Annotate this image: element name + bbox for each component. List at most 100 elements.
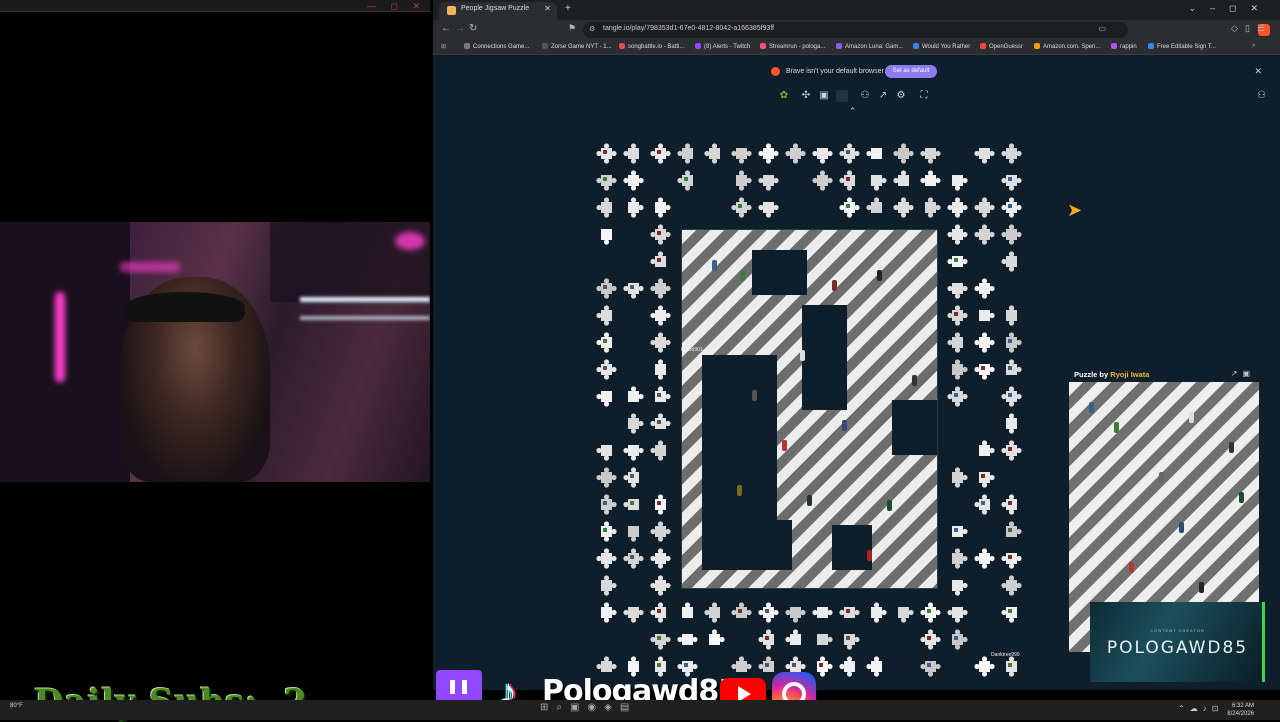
puzzle-piece[interactable] — [1006, 656, 1017, 677]
puzzle-piece[interactable] — [920, 629, 941, 650]
tab-people-jigsaw[interactable]: People Jigsaw Puzzle ✕ — [439, 2, 557, 20]
puzzle-piece[interactable] — [947, 607, 968, 623]
puzzle-piece[interactable] — [650, 602, 666, 623]
preview-author-link[interactable]: Ryoji Iwata — [1110, 370, 1149, 379]
puzzle-piece[interactable] — [650, 548, 671, 569]
puzzle-piece[interactable] — [623, 143, 639, 164]
clock[interactable]: 6:32 AM 8/24/2026 — [1227, 702, 1254, 718]
puzzle-piece[interactable] — [839, 170, 855, 191]
puzzle-piece[interactable] — [596, 391, 612, 407]
puzzle-piece[interactable] — [655, 386, 671, 402]
settings-icon[interactable]: ⚙ — [895, 90, 907, 102]
puzzle-piece[interactable] — [839, 656, 855, 677]
puzzle-piece[interactable] — [920, 602, 941, 623]
box-icon[interactable]: ▣ — [818, 90, 830, 102]
puzzle-piece[interactable] — [1001, 575, 1022, 596]
puzzle-piece[interactable] — [893, 143, 914, 164]
puzzle-piece[interactable] — [623, 467, 639, 488]
puzzle-piece[interactable] — [1001, 143, 1022, 164]
puzzle-piece[interactable] — [844, 634, 860, 650]
puzzle-piece[interactable] — [947, 386, 968, 407]
puzzle-piece[interactable] — [650, 575, 671, 596]
puzzle-piece[interactable] — [1006, 332, 1022, 353]
puzzle-piece[interactable] — [655, 197, 671, 218]
puzzle-piece[interactable] — [1001, 175, 1022, 191]
puzzle-piece[interactable] — [758, 629, 774, 650]
bookmark-item[interactable]: Connections Game... — [464, 43, 529, 50]
reload-icon[interactable]: ↻ — [469, 23, 477, 34]
puzzle-piece[interactable] — [731, 148, 752, 164]
puzzle-piece[interactable] — [866, 656, 882, 677]
puzzle-piece[interactable] — [628, 386, 644, 402]
puzzle-piece[interactable] — [650, 440, 666, 461]
puzzle-piece[interactable] — [596, 143, 617, 164]
puzzle-piece[interactable] — [704, 143, 720, 164]
bookmark-item[interactable]: rappin — [1111, 43, 1137, 50]
puzzle-piece[interactable] — [628, 413, 644, 434]
collapse-toolbar-icon[interactable]: ⌃ — [849, 106, 857, 117]
puzzle-piece[interactable] — [866, 148, 882, 159]
puzzle-piece[interactable] — [839, 197, 860, 218]
puzzle-piece[interactable] — [974, 278, 995, 299]
puzzle-piece[interactable] — [650, 278, 671, 299]
puzzle-piece[interactable] — [650, 634, 671, 650]
puzzle-piece[interactable] — [952, 629, 968, 650]
preview-controls-icon[interactable]: ↗▣ — [1231, 369, 1255, 378]
players-icon[interactable]: ⚇ — [859, 90, 871, 102]
puzzle-piece[interactable] — [623, 499, 639, 510]
bookmark-item[interactable]: (8) Alerts - Twitch — [695, 43, 750, 50]
puzzle-piece[interactable] — [623, 445, 644, 461]
site-info-icon[interactable]: ⚙ — [589, 25, 595, 33]
more-bookmarks-icon[interactable]: » — [1252, 43, 1255, 49]
puzzle-piece[interactable] — [893, 197, 914, 218]
cast-icon[interactable]: ▭ — [1098, 24, 1106, 33]
puzzle-piece[interactable] — [785, 607, 806, 623]
puzzle-piece[interactable] — [623, 283, 644, 299]
bookmark-item[interactable]: songbattle.io - Battl... — [619, 43, 684, 50]
loose-pieces-svg[interactable] — [595, 138, 1025, 678]
puzzle-piece[interactable] — [974, 548, 995, 569]
puzzle-piece[interactable] — [812, 170, 833, 191]
puzzle-piece[interactable] — [650, 332, 671, 353]
puzzle-piece[interactable] — [1001, 440, 1022, 461]
forward-icon[interactable]: → — [455, 23, 465, 34]
puzzle-piece[interactable] — [682, 602, 693, 618]
url-bar[interactable]: ⚙ tangle.io/play/798353d1-67e0-4812-8042… — [583, 22, 1270, 38]
puzzle-piece[interactable] — [596, 359, 617, 380]
players-list-icon[interactable]: ⚇ — [1257, 90, 1266, 101]
puzzle-piece[interactable] — [677, 170, 693, 191]
puzzle-piece[interactable] — [947, 332, 963, 353]
close-infobar-icon[interactable]: ✕ — [1254, 66, 1262, 77]
puzzle-piece[interactable] — [736, 170, 752, 191]
puzzle-piece[interactable] — [839, 143, 860, 164]
puzzle-piece[interactable] — [677, 143, 693, 164]
puzzle-piece[interactable] — [731, 197, 752, 218]
puzzle-piece[interactable] — [974, 364, 995, 380]
puzzle-piece[interactable] — [758, 143, 779, 164]
puzzle-piece[interactable] — [623, 170, 644, 191]
puzzle-piece[interactable] — [952, 175, 968, 191]
puzzle-piece[interactable] — [974, 197, 995, 218]
puzzle-piece[interactable] — [596, 467, 617, 488]
puzzle-piece[interactable] — [601, 521, 617, 542]
window-controls-icon[interactable]: ⌄–◻✕ — [1188, 3, 1272, 14]
bookmark-item[interactable]: Would You Rather — [913, 43, 970, 50]
puzzle-piece[interactable] — [758, 202, 779, 218]
leaf-icon[interactable]: ✿ — [778, 90, 790, 102]
puzzle-piece[interactable] — [952, 548, 968, 569]
puzzle-piece[interactable] — [628, 197, 644, 218]
puzzle-piece[interactable] — [947, 283, 968, 299]
puzzle-piece[interactable] — [974, 494, 990, 515]
puzzle-piece[interactable] — [655, 359, 666, 380]
puzzle-piece[interactable] — [947, 256, 968, 267]
puzzle-piece[interactable] — [758, 602, 779, 623]
puzzle-piece[interactable] — [596, 305, 612, 326]
puzzle-piece[interactable] — [596, 445, 612, 461]
puzzle-piece[interactable] — [1001, 251, 1017, 272]
puzzle-piece[interactable] — [1006, 521, 1022, 537]
share-icon[interactable]: ↗ — [877, 90, 889, 102]
puzzle-piece[interactable] — [947, 197, 968, 218]
puzzle-piece[interactable] — [623, 607, 644, 623]
puzzle-piece[interactable] — [952, 359, 968, 380]
puzzle-piece[interactable] — [650, 413, 671, 429]
